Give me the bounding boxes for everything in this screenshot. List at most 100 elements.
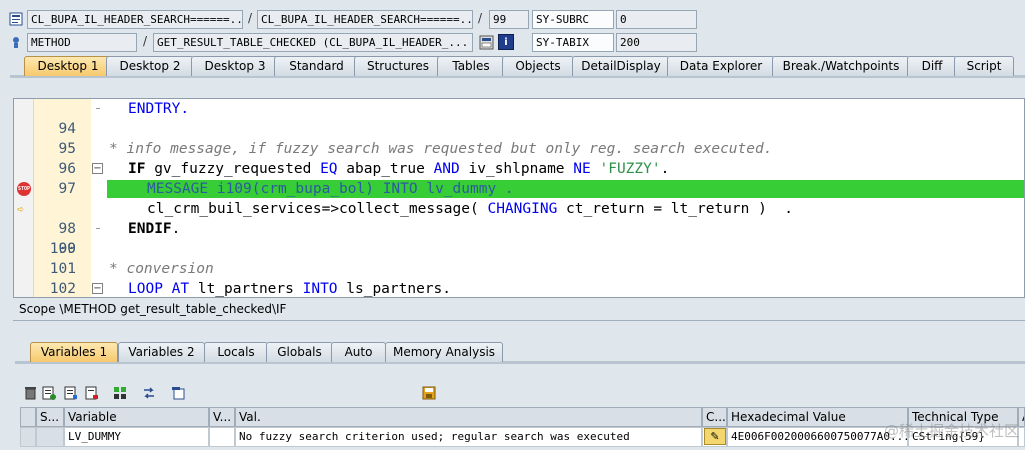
edit-pencil-icon[interactable]: ✎: [704, 428, 726, 445]
line-field[interactable]: 99: [489, 10, 529, 29]
tab-diff[interactable]: Diff: [907, 56, 957, 76]
sy-tabix-label: SY-TABIX: [532, 33, 614, 52]
code-line[interactable]: STOP 98 MESSAGE i109(crm_bupa_bol) INTO …: [14, 179, 1024, 237]
code-comment: * info message, if fuzzy search was requ…: [109, 141, 773, 157]
fold-connector: [96, 108, 100, 109]
tab-auto[interactable]: Auto: [331, 342, 386, 362]
transfer-icon[interactable]: [141, 385, 157, 401]
fold-connector: [96, 228, 100, 229]
code-line[interactable]: ➪ 99 cl_crm_buil_services=>collect_messa…: [14, 199, 1024, 257]
column-header[interactable]: S...: [36, 407, 64, 427]
code-keyword: AND: [433, 161, 460, 177]
table-cell[interactable]: [36, 427, 64, 447]
code-token: .: [660, 161, 670, 177]
column-header[interactable]: C...: [702, 407, 727, 427]
source-code-editor[interactable]: 94 ENDTRY. 95 96 * info message, if fuzz…: [13, 98, 1025, 298]
include-field[interactable]: CL_BUPA_IL_HEADER_SEARCH======...: [257, 10, 473, 29]
desktop-tab-strip: Desktop 1 Desktop 2 Desktop 3 Standard S…: [16, 56, 1025, 76]
watermark: @稀土掘金技术社区: [883, 422, 1019, 440]
code-token: ct_return = lt_return ) .: [557, 201, 794, 217]
sy-subrc-label: SY-SUBRC: [532, 10, 614, 29]
value-cell[interactable]: No fuzzy search criterion used; regular …: [235, 427, 702, 447]
code-keyword: LOOP AT: [128, 281, 190, 297]
tab-script[interactable]: Script: [954, 56, 1014, 76]
code-line[interactable]: 102 * conversion: [14, 259, 1024, 297]
tab-variables-2[interactable]: Variables 2: [118, 342, 205, 362]
code-token: iv_shlpname: [459, 161, 574, 177]
code-keyword: INTO: [302, 281, 338, 297]
separator: /: [478, 11, 483, 25]
tab-standard[interactable]: Standard: [274, 56, 359, 76]
code-keyword: ENDIF: [128, 221, 172, 237]
row-selector-header: [20, 407, 36, 427]
code-line[interactable]: 101: [14, 239, 1024, 277]
tab-detaildisplay[interactable]: DetailDisplay: [572, 56, 670, 76]
column-header[interactable]: A: [1018, 407, 1025, 427]
column-header[interactable]: V...: [209, 407, 235, 427]
program-icon: [8, 11, 24, 27]
code-line[interactable]: 96 * info message, if fuzzy search was r…: [14, 139, 1024, 177]
table-cell[interactable]: [1018, 427, 1025, 447]
column-header[interactable]: Val.: [235, 407, 702, 427]
header-row-1: CL_BUPA_IL_HEADER_SEARCH======... / CL_B…: [0, 8, 1025, 30]
code-token: .: [171, 221, 181, 237]
column-header[interactable]: Variable: [64, 407, 209, 427]
program-field[interactable]: CL_BUPA_IL_HEADER_SEARCH======...: [27, 10, 243, 29]
code-token: ls_partners.: [337, 281, 452, 297]
variable-name-cell[interactable]: LV_DUMMY: [64, 427, 209, 447]
code-keyword: CHANGING: [487, 201, 558, 217]
code-token: lt_partners: [189, 281, 303, 297]
code-line[interactable]: 94 ENDTRY.: [14, 99, 1024, 137]
scope-label: Scope \METHOD get_result_table_checked\I…: [19, 302, 287, 316]
sy-tabix-value[interactable]: 200: [616, 33, 697, 52]
append-row-icon[interactable]: [63, 385, 79, 401]
hex-value-cell[interactable]: 4E006F0020006600750077A0...: [727, 427, 908, 447]
header-row-2: METHOD / GET_RESULT_TABLE_CHECKED (CL_BU…: [0, 31, 1025, 53]
code-token: abap_true: [337, 161, 434, 177]
column-header[interactable]: Hexadecimal Value: [727, 407, 908, 427]
tab-globals[interactable]: Globals: [266, 342, 333, 362]
tab-desktop-2[interactable]: Desktop 2: [106, 56, 194, 76]
code-token: cl_crm_buil_services=>collect_message(: [147, 201, 488, 217]
tab-tables[interactable]: Tables: [437, 56, 505, 76]
tab-objects[interactable]: Objects: [502, 56, 574, 76]
event-type-field[interactable]: METHOD: [27, 33, 137, 52]
tab-data-explorer[interactable]: Data Explorer: [667, 56, 775, 76]
code-token: MESSAGE i109(crm_bupa_bol) INTO lv_dummy…: [147, 181, 514, 197]
collapse-icon[interactable]: −: [92, 283, 103, 294]
code-line[interactable]: 95: [14, 119, 1024, 157]
execution-arrow-icon: ➪: [17, 202, 25, 216]
code-line[interactable]: 97 − IF gv_fuzzy_requested EQ abap_true …: [14, 159, 1024, 197]
tab-memory-analysis[interactable]: Memory Analysis: [385, 342, 503, 362]
sy-subrc-value[interactable]: 0: [616, 10, 697, 29]
collapse-icon[interactable]: −: [92, 163, 103, 174]
code-comment: * conversion: [109, 261, 214, 277]
separator: /: [248, 11, 253, 25]
tab-break-watchpoints[interactable]: Break./Watchpoints: [772, 56, 910, 76]
structure-icon[interactable]: [112, 385, 128, 401]
tab-locals[interactable]: Locals: [204, 342, 268, 362]
code-line[interactable]: 100 ENDIF.: [14, 219, 1024, 257]
tab-desktop-3[interactable]: Desktop 3: [191, 56, 279, 76]
insert-row-icon[interactable]: [41, 385, 57, 401]
delete-icon[interactable]: [22, 385, 38, 401]
table-cell[interactable]: [209, 427, 235, 447]
separator: /: [143, 34, 148, 48]
row-selector[interactable]: [20, 427, 36, 447]
code-line[interactable]: 103 − LOOP AT lt_partners INTO ls_partne…: [14, 279, 1024, 297]
tab-desktop-1[interactable]: Desktop 1: [24, 56, 112, 76]
code-token: gv_fuzzy_requested: [145, 161, 321, 177]
save-icon[interactable]: [421, 385, 437, 401]
method-name-field[interactable]: GET_RESULT_TABLE_CHECKED (CL_BUPA_IL_HEA…: [153, 33, 473, 52]
new-window-icon[interactable]: [170, 385, 186, 401]
code-keyword: IF: [128, 161, 146, 177]
method-icon: [8, 34, 24, 50]
tab-structures[interactable]: Structures: [354, 56, 442, 76]
code-keyword: NE: [573, 161, 591, 177]
tab-variables-1[interactable]: Variables 1: [30, 342, 118, 362]
info-icon[interactable]: i: [498, 34, 514, 50]
breakpoint-stop-icon[interactable]: STOP: [17, 182, 31, 196]
display-source-icon[interactable]: [478, 34, 494, 50]
code-keyword: EQ: [320, 161, 338, 177]
delete-row-icon[interactable]: [84, 385, 100, 401]
